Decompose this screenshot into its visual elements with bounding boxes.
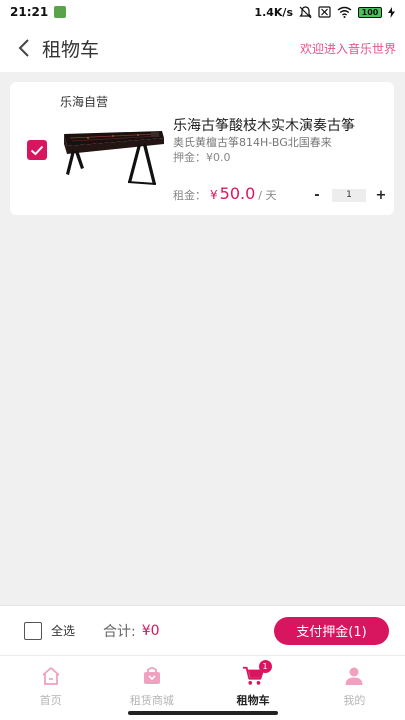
- page-title: 租物车: [42, 38, 100, 61]
- home-icon: [40, 665, 62, 687]
- header: 租物车 欢迎进入音乐世界: [0, 24, 405, 72]
- tab-mine[interactable]: 我的: [304, 656, 405, 720]
- quantity-value[interactable]: 1: [332, 189, 366, 202]
- status-time: 21:21: [10, 5, 49, 19]
- tab-label: 租物车: [236, 694, 270, 707]
- shop-bag-icon: [141, 665, 163, 687]
- product-deposit: 押金：¥0.0: [173, 149, 231, 165]
- product-image[interactable]: [58, 124, 166, 202]
- total-label: 合计:: [103, 623, 136, 640]
- chevron-left-icon: [18, 39, 29, 57]
- checkmark-icon: [30, 145, 44, 155]
- item-checkbox[interactable]: [27, 140, 47, 160]
- rent-label: 租金：: [173, 189, 206, 202]
- user-icon: [343, 665, 365, 687]
- status-bar: 21:21 1.4K/s 100: [0, 0, 405, 24]
- tab-label: 首页: [39, 694, 62, 707]
- checkout-bar: 全选 合计: ¥0 支付押金(1): [0, 605, 405, 655]
- product-spec: 奥氏黄檀古筝814H-BG北国春来: [173, 136, 332, 149]
- tab-label: 我的: [343, 694, 366, 707]
- decrease-button[interactable]: -: [310, 188, 324, 203]
- notification-icon: [54, 6, 67, 18]
- quantity-stepper: - 1 +: [310, 188, 388, 203]
- sim-off-icon: [318, 6, 331, 18]
- wifi-icon: [337, 6, 352, 18]
- total-value: ¥0: [141, 622, 160, 639]
- tab-home[interactable]: 首页: [0, 656, 101, 720]
- cart-count-badge: 1: [258, 660, 272, 673]
- rent-price-row: 租金： ¥ 50.0 / 天: [173, 184, 276, 203]
- rent-price: 50.0: [219, 184, 256, 203]
- deposit-label: 押金：: [173, 151, 206, 164]
- rent-currency: ¥: [210, 188, 218, 202]
- home-indicator: [128, 711, 278, 715]
- tab-label: 租赁商城: [129, 694, 174, 707]
- deposit-value: ¥0.0: [206, 151, 231, 164]
- network-speed: 1.4K/s: [254, 5, 293, 19]
- shop-name: 乐海自营: [60, 95, 109, 109]
- cart-item-card: 乐海自营 乐海古筝酸枝木实木演奏古筝 奥氏黄檀古筝814H-BG北国春来 押金：…: [10, 82, 394, 215]
- select-all-label[interactable]: 全选: [51, 622, 75, 639]
- product-title[interactable]: 乐海古筝酸枝木实木演奏古筝: [173, 115, 388, 135]
- select-all-checkbox[interactable]: [24, 621, 42, 640]
- increase-button[interactable]: +: [374, 188, 388, 203]
- rent-unit: / 天: [258, 189, 277, 202]
- back-button[interactable]: [6, 24, 42, 72]
- status-indicators: 1.4K/s 100: [254, 6, 395, 19]
- charging-icon: [388, 6, 395, 18]
- welcome-text: 欢迎进入音乐世界: [299, 41, 396, 56]
- battery-icon: 100: [358, 6, 382, 18]
- pay-deposit-button[interactable]: 支付押金(1): [274, 616, 389, 645]
- mute-icon: [299, 5, 312, 18]
